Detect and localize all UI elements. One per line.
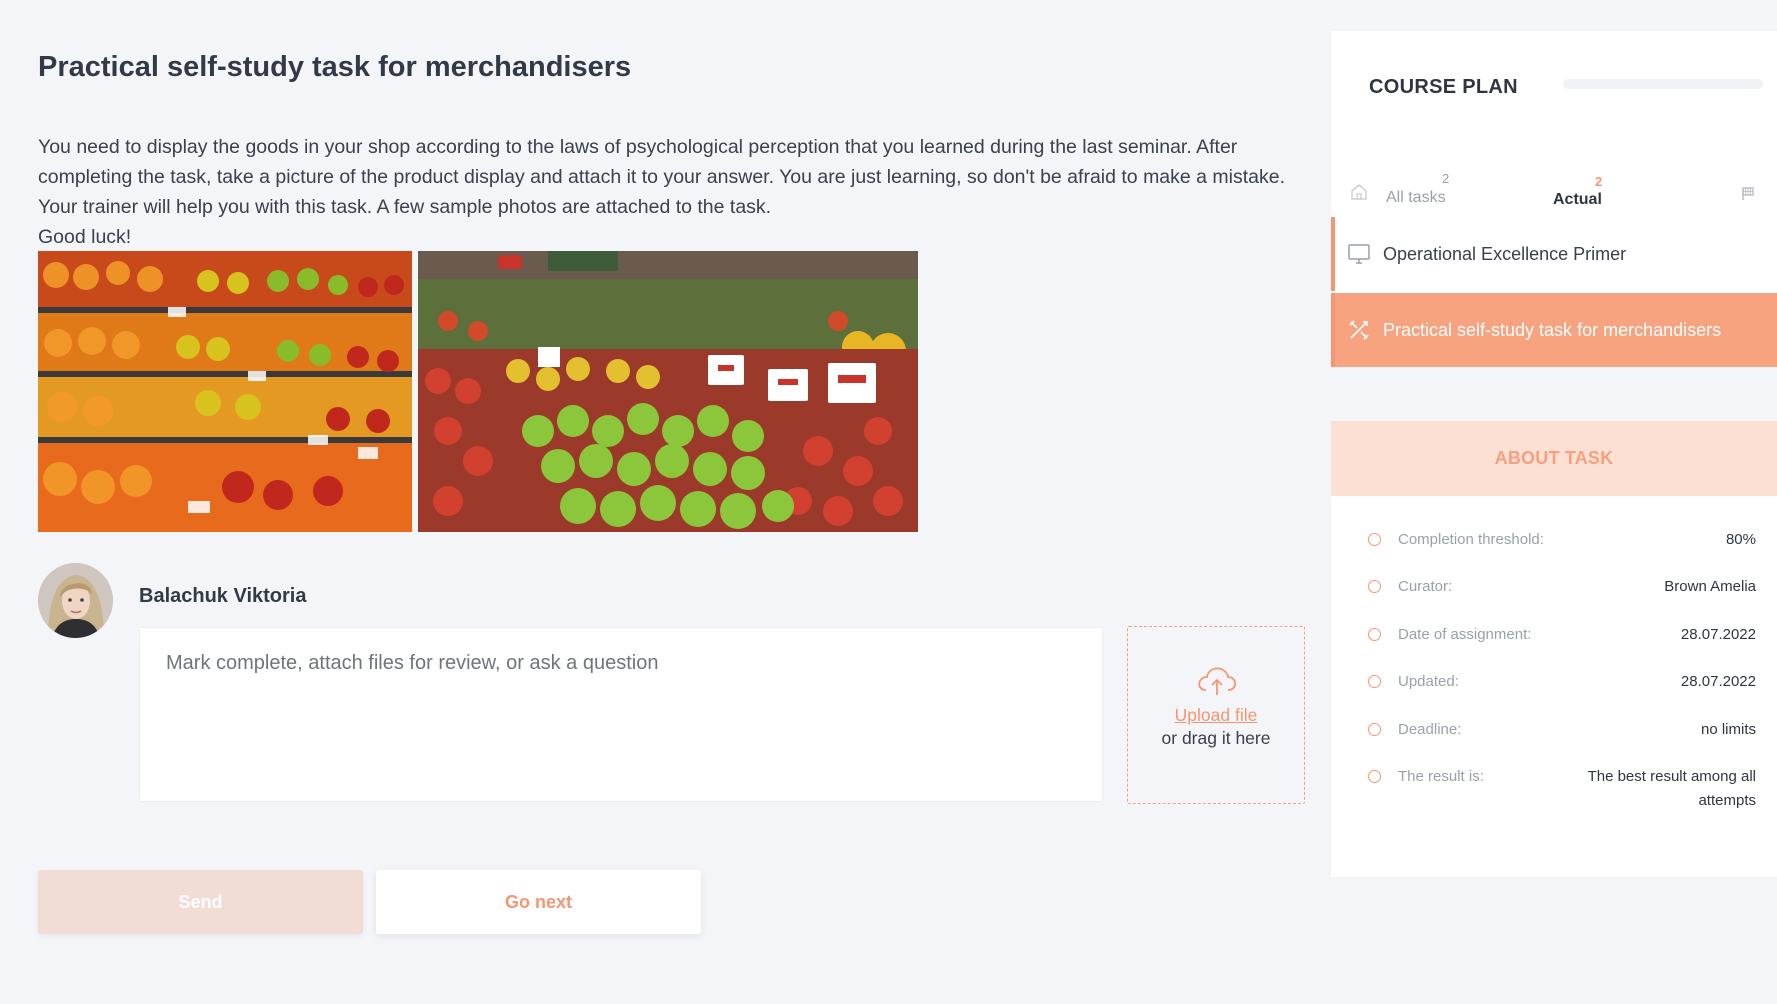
description-paragraph: You need to display the goods in your sh…: [38, 136, 1286, 218]
about-key: Curator:: [1398, 578, 1453, 595]
plan-item-practical-task[interactable]: Practical self-study task for merchandis…: [1331, 293, 1777, 367]
about-row: Curator: Brown Amelia: [1331, 578, 1777, 618]
about-value: 28.07.2022: [1680, 673, 1756, 690]
fruit-shelves-photo[interactable]: [38, 251, 412, 532]
upload-hint: or drag it here: [1161, 728, 1271, 748]
task-description: You need to display the goods in your sh…: [38, 132, 1308, 252]
tab-all-label: All tasks: [1386, 189, 1446, 206]
about-task-panel: ABOUT TASK Completion threshold: 80% Cur…: [1331, 421, 1777, 877]
course-plan-panel: COURSE PLAN 2 All tasks 2 Actual Operati…: [1331, 31, 1777, 367]
about-task-title: ABOUT TASK: [1331, 421, 1777, 496]
about-row: Deadline: no limits: [1331, 721, 1777, 761]
about-key: Completion threshold:: [1398, 531, 1544, 548]
plan-item-label: Operational Excellence Primer: [1383, 243, 1627, 264]
about-key: Deadline:: [1398, 721, 1462, 738]
bullet-icon: [1368, 675, 1381, 688]
bullet-icon: [1368, 580, 1381, 593]
avatar: [38, 563, 113, 638]
tab-all-tasks[interactable]: 2 All tasks: [1386, 171, 1496, 219]
about-row: Completion threshold: 80%: [1331, 531, 1777, 571]
description-closing: Good luck!: [38, 226, 132, 248]
about-key: The result is:: [1398, 768, 1484, 785]
tab-all-count: 2: [1442, 171, 1450, 186]
tab-actual-count: 2: [1595, 174, 1603, 189]
answer-section: Balachuk Viktoria Mark complete, attach …: [38, 563, 1308, 823]
tab-actual-label: Actual: [1553, 191, 1602, 208]
bullet-icon: [1368, 628, 1381, 641]
bullet-icon: [1368, 770, 1381, 783]
about-value: 28.07.2022: [1680, 626, 1756, 643]
tools-icon: [1349, 320, 1369, 340]
send-button[interactable]: Send: [38, 870, 363, 934]
page-title: Practical self-study task for merchandis…: [38, 51, 632, 83]
home-icon[interactable]: [1350, 183, 1368, 201]
about-value: Brown Amelia: [1664, 578, 1756, 595]
about-key: Updated:: [1398, 673, 1459, 690]
about-row: The result is: The best result among all…: [1331, 768, 1777, 828]
bullet-icon: [1368, 533, 1381, 546]
course-progress-bar: [1563, 79, 1763, 89]
about-key: Date of assignment:: [1398, 626, 1532, 643]
apple-display-photo[interactable]: [418, 251, 918, 532]
finish-flag-icon[interactable]: [1741, 187, 1755, 201]
author-name: Balachuk Viktoria: [139, 585, 307, 607]
monitor-icon: [1348, 244, 1370, 264]
about-value: 80%: [1725, 531, 1756, 548]
about-row: Updated: 28.07.2022: [1331, 673, 1777, 713]
comment-input[interactable]: Mark complete, attach files for review, …: [139, 627, 1103, 802]
go-next-button[interactable]: Go next: [376, 870, 701, 934]
plan-item-operational-excellence[interactable]: Operational Excellence Primer: [1331, 217, 1777, 291]
plan-item-label: Practical self-study task for merchandis…: [1383, 319, 1722, 340]
about-row: Date of assignment: 28.07.2022: [1331, 626, 1777, 666]
cloud-upload-icon: [1198, 667, 1237, 695]
sample-photos: [38, 251, 918, 532]
upload-dropzone[interactable]: Upload file or drag it here: [1127, 626, 1305, 804]
about-value: The best result among all attempts: [1587, 768, 1756, 809]
course-plan-title: COURSE PLAN: [1369, 76, 1518, 98]
bullet-icon: [1368, 723, 1381, 736]
upload-file-link[interactable]: Upload file: [1128, 705, 1304, 726]
course-plan-tabs: 2 All tasks 2 Actual: [1331, 131, 1777, 226]
about-value: no limits: [1700, 721, 1756, 738]
